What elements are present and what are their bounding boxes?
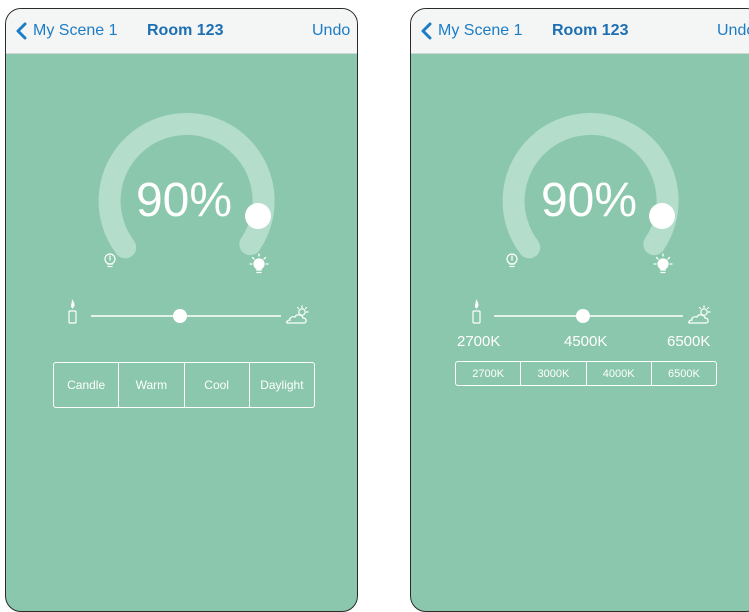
brightness-dial[interactable] xyxy=(6,53,358,293)
bulb-bright-icon xyxy=(249,253,269,274)
slider-thumb[interactable] xyxy=(173,309,187,323)
chevron-left-icon xyxy=(421,22,432,40)
preset-candle-button[interactable]: Candle xyxy=(54,363,118,407)
kelvin-min-label: 2700K xyxy=(457,333,501,350)
page-title: Room 123 xyxy=(552,22,629,39)
sun-cloud-icon xyxy=(286,305,309,324)
chevron-left-icon xyxy=(16,22,27,40)
preset-3000k-button[interactable]: 3000K xyxy=(520,362,585,385)
undo-button[interactable]: Undo xyxy=(717,22,749,40)
navigation-bar: My Scene 1 Room 123 Undo xyxy=(6,9,357,54)
candle-icon xyxy=(472,299,481,324)
bulb-bright-icon xyxy=(653,253,673,274)
sun-cloud-icon xyxy=(688,305,711,324)
preset-4000k-button[interactable]: 4000K xyxy=(585,362,651,385)
back-button[interactable]: My Scene 1 xyxy=(418,20,522,42)
preset-daylight-button[interactable]: Daylight xyxy=(248,363,314,407)
color-temperature-slider[interactable] xyxy=(411,297,749,333)
bulb-dim-icon xyxy=(104,253,116,268)
brightness-value-label: 90% xyxy=(540,174,638,227)
preset-6500k-button[interactable]: 6500K xyxy=(650,362,716,385)
color-temperature-slider[interactable] xyxy=(6,297,358,333)
preset-cool-button[interactable]: Cool xyxy=(183,363,249,407)
slider-thumb[interactable] xyxy=(576,309,590,323)
phone-screen-left: My Scene 1 Room 123 Undo 90% Candle Warm… xyxy=(5,8,358,612)
phone-screen-right: My Scene 1 Room 123 Undo 90% xyxy=(410,8,749,612)
brightness-dial[interactable] xyxy=(411,53,749,293)
kelvin-max-label: 6500K xyxy=(667,333,711,350)
navigation-bar: My Scene 1 Room 123 Undo xyxy=(411,9,749,54)
color-presets: Candle Warm Cool Daylight xyxy=(53,362,315,408)
preset-2700k-button[interactable]: 2700K xyxy=(456,362,520,385)
back-button[interactable]: My Scene 1 xyxy=(13,20,117,42)
back-button-label: My Scene 1 xyxy=(438,22,523,39)
bulb-dim-icon xyxy=(506,253,518,268)
preset-warm-button[interactable]: Warm xyxy=(118,363,183,407)
kelvin-presets: 2700K 3000K 4000K 6500K xyxy=(455,361,717,386)
back-button-label: My Scene 1 xyxy=(33,22,118,39)
kelvin-mid-label: 4500K xyxy=(564,333,608,350)
candle-icon xyxy=(68,299,77,324)
brightness-value-label: 90% xyxy=(135,174,233,227)
undo-button[interactable]: Undo xyxy=(312,22,350,40)
page-title: Room 123 xyxy=(147,22,224,39)
